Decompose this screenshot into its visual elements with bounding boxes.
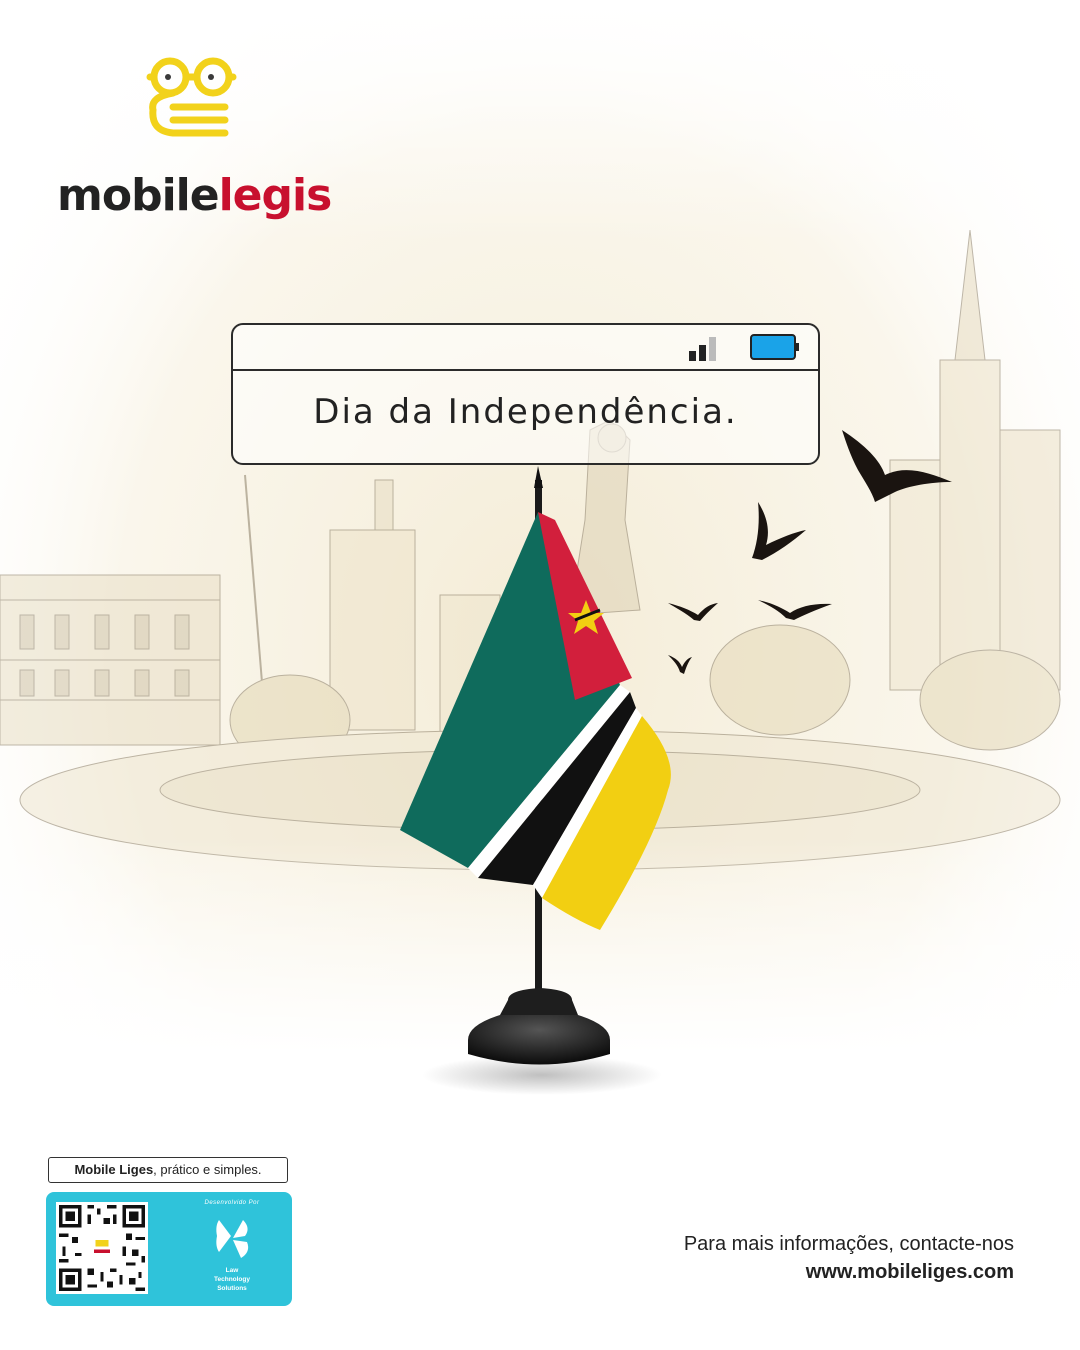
tagline-box: Mobile Liges, prático e simples. <box>48 1157 288 1183</box>
qr-code[interactable] <box>56 1202 148 1294</box>
bird-icon <box>752 502 806 560</box>
developer-name: Law Technology Solutions <box>186 1266 278 1293</box>
mozambique-flag-illustration <box>400 466 671 1095</box>
signal-bars-icon <box>689 337 716 361</box>
bird-icon <box>842 430 952 502</box>
developed-by-label: Desenvolvido Por <box>204 1200 260 1206</box>
tagline-brand: Mobile Liges <box>74 1162 154 1177</box>
developer-line2: Technology <box>214 1276 250 1283</box>
brand-name-legis: legis <box>218 170 333 221</box>
status-bar <box>233 325 818 371</box>
law-technology-solutions-logo-icon <box>216 1220 249 1258</box>
bird-icon <box>758 600 832 620</box>
tagline-text: , prático e simples. <box>153 1162 262 1177</box>
developer-line3: Solutions <box>217 1285 247 1292</box>
website-link[interactable]: www.mobileliges.com <box>684 1258 1014 1286</box>
qr-card: Desenvolvido Por Law Technology Solution… <box>46 1192 292 1306</box>
qr-code-icon <box>56 1202 148 1294</box>
birds-illustration <box>668 430 952 674</box>
brand-wordmark: mobilelegis <box>57 168 333 224</box>
developer-line1: Law <box>225 1267 239 1274</box>
contact-text: Para mais informações, contacte-nos <box>683 1233 1014 1255</box>
brand-name-mobile: mobile <box>57 170 220 221</box>
battery-icon <box>750 334 799 360</box>
contact-block: Para mais informações, contacte-nos www.… <box>684 1230 1014 1286</box>
